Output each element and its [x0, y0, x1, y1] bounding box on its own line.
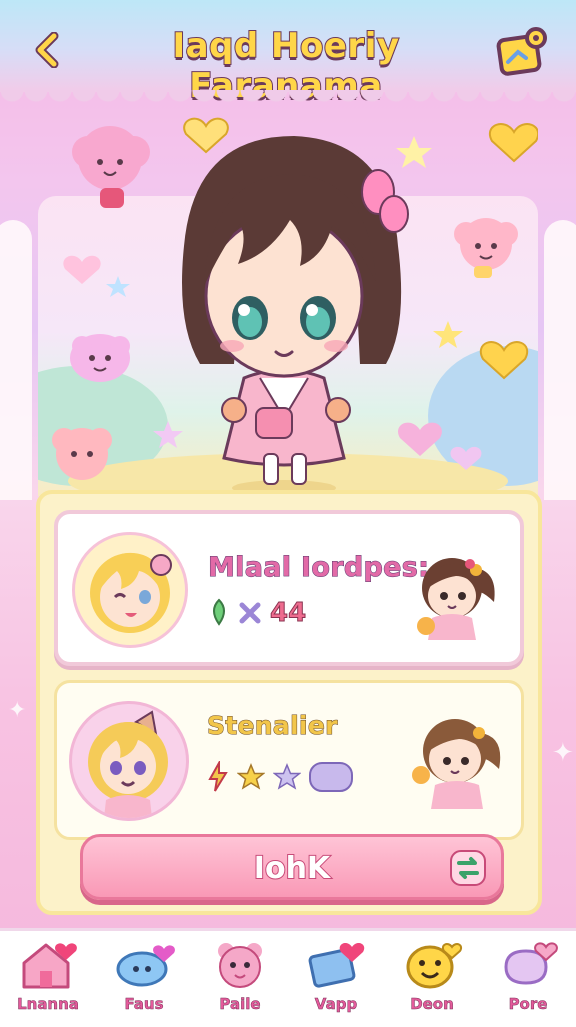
star-icon: [237, 763, 265, 790]
back-button[interactable]: [28, 30, 68, 70]
heart-icon: [488, 123, 538, 163]
character-scene: [38, 96, 538, 496]
bear-face-icon: [218, 943, 262, 988]
card-stats: 44: [208, 598, 307, 629]
cloud-creature-icon: [70, 334, 130, 382]
map-button[interactable]: [494, 26, 552, 78]
star-icon: [106, 276, 130, 297]
primary-action-label: IohK: [253, 850, 331, 887]
nav-item-more[interactable]: Pore: [483, 931, 573, 1027]
sparkle-icon: ✦: [8, 698, 27, 723]
lightning-icon: [208, 761, 228, 792]
card-title: Stenalier: [207, 711, 338, 741]
star-icon: [239, 602, 261, 624]
nav-item-emoji[interactable]: Deon: [387, 931, 477, 1027]
page-title: Iaqd Hoeriy Faranama: [171, 25, 400, 107]
heart-icon: [63, 255, 101, 284]
cloud-heart-icon: [116, 945, 175, 987]
gift-heart-icon: [504, 942, 558, 985]
heart-icon: [183, 117, 229, 154]
stat-value: 44: [269, 598, 307, 629]
sparkle-icon: ✦: [552, 738, 574, 768]
star-icon: [433, 321, 463, 348]
star-icon: [396, 136, 432, 168]
pill-icon: [309, 762, 353, 792]
nav-item-home[interactable]: Lnanna: [3, 931, 93, 1027]
card-title: Mlaal Iordpes:: [207, 552, 430, 584]
cloud-creature-icon: [72, 126, 150, 208]
top-bar: Iaqd Hoeriy Faranama: [0, 0, 576, 107]
scene-illustration: [38, 117, 538, 496]
nav-label: Paile: [219, 995, 261, 1014]
bottom-navigation: Lnanna Faus Paile Vapp Deon Pore: [0, 928, 576, 1027]
heart-icon: [398, 422, 442, 456]
chibi-girl-character: [182, 136, 409, 496]
swap-arrow-icon: [450, 850, 486, 886]
character-card[interactable]: Mlaal Iordpes: 44: [54, 510, 524, 666]
right-pillar: [544, 220, 576, 500]
nav-label: Pore: [508, 995, 548, 1014]
map-pin-icon: [496, 27, 547, 76]
smiley-face-icon: [406, 943, 462, 989]
nav-label: Lnanna: [17, 995, 79, 1014]
nav-item-faus[interactable]: Faus: [99, 931, 189, 1027]
brown-hair-chibi: [410, 544, 500, 640]
chevron-left-icon: [35, 32, 59, 68]
character-card[interactable]: Stenalier: [54, 680, 524, 840]
primary-action-button[interactable]: IohK: [80, 834, 504, 900]
blonde-cat-ear-avatar: [69, 701, 189, 821]
nav-label: Vapp: [314, 995, 358, 1014]
card-stats: [207, 761, 353, 793]
brown-hair-chibi-waving: [409, 705, 507, 809]
blonde-chibi-avatar: [72, 532, 188, 648]
character-panel: Mlaal Iordpes: 44 Stenalier IohK: [36, 490, 542, 915]
house-heart-icon: [22, 943, 77, 989]
left-pillar: [0, 220, 32, 500]
star-icon: [273, 763, 301, 790]
nav-item-profile[interactable]: Paile: [195, 931, 285, 1027]
envelope-heart-icon: [308, 942, 365, 988]
leaf-icon: [213, 598, 225, 626]
nav-item-mail[interactable]: Vapp: [291, 931, 381, 1027]
nav-label: Faus: [124, 995, 164, 1014]
nav-label: Deon: [410, 995, 454, 1014]
cloud-creature-icon: [454, 218, 518, 278]
